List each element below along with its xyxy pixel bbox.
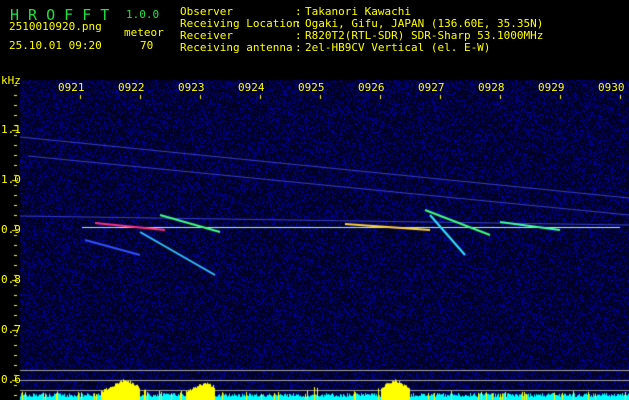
x-tick-label: 0921 xyxy=(58,81,85,94)
x-tick-label: 0923 xyxy=(178,81,205,94)
x-tick-label: 0928 xyxy=(478,81,505,94)
y-tick-label: 0.9 xyxy=(1,223,21,236)
y-tick-label: 0.6 xyxy=(1,373,21,386)
info-value: 2el-HB9CV Vertical (el. E-W) xyxy=(305,41,491,54)
y-tick-label: 0.8 xyxy=(1,273,21,286)
info-label: Receiving antenna xyxy=(180,41,293,54)
y-tick-label: 1.1 xyxy=(1,123,21,136)
x-tick-label: 0927 xyxy=(418,81,445,94)
meteor-label: meteor xyxy=(124,26,164,39)
meteor-count: 70 xyxy=(140,39,154,52)
y-tick-label: 0.7 xyxy=(1,323,21,336)
x-tick-label: 0929 xyxy=(538,81,565,94)
x-tick-label: 0925 xyxy=(298,81,325,94)
filename: 2510010920.png xyxy=(9,20,102,33)
info-colon: : xyxy=(295,41,302,54)
x-tick-label: 0926 xyxy=(358,81,385,94)
x-tick-label: 0924 xyxy=(238,81,265,94)
y-tick-label: 1.0 xyxy=(1,173,21,186)
app-version: 1.0.0 xyxy=(126,8,160,21)
x-tick-label: 0930 xyxy=(598,81,625,94)
datetime: 25.10.01 09:20 xyxy=(9,39,102,52)
x-tick-label: 0922 xyxy=(118,81,145,94)
y-axis-label: kHz xyxy=(1,74,21,87)
spectrogram xyxy=(0,0,629,400)
